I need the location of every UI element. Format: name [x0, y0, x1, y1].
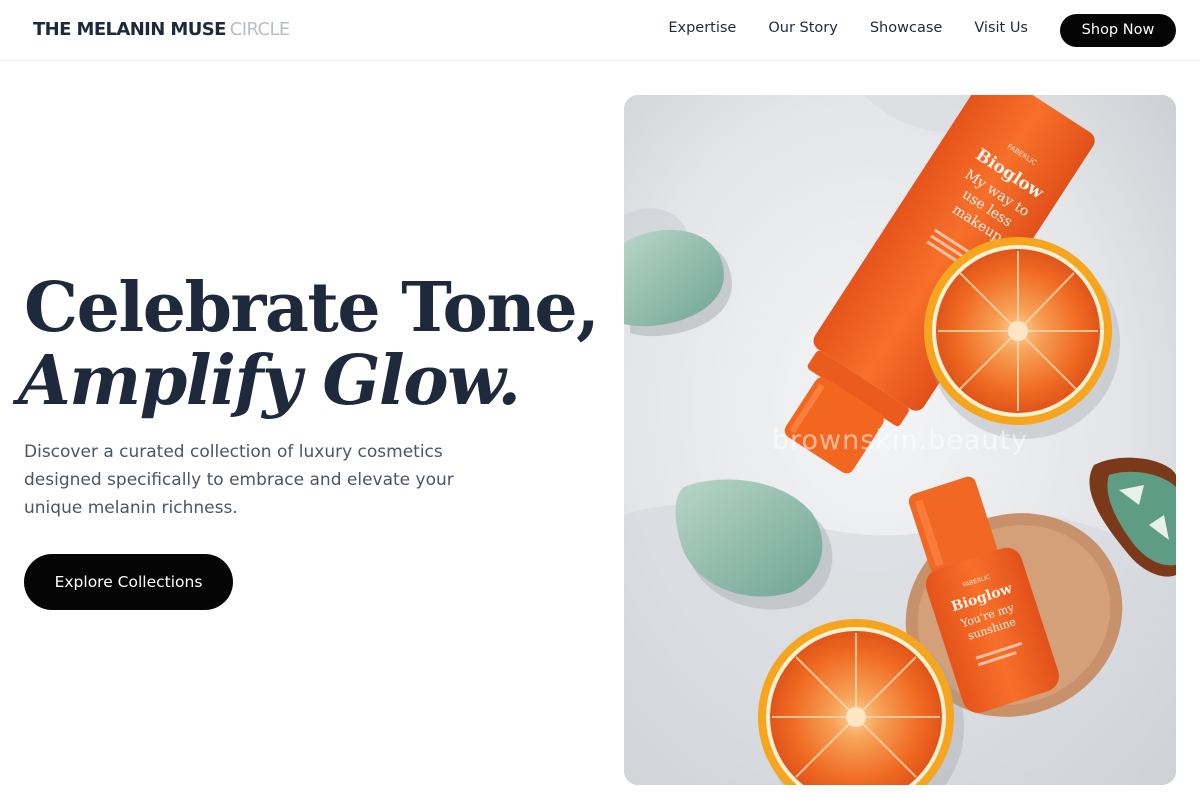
hero-product-image: FABERLIC Bioglow My way to use less make… [624, 95, 1176, 785]
nav-link-expertise[interactable]: Expertise [668, 20, 736, 36]
nav-link-showcase[interactable]: Showcase [870, 20, 942, 36]
nav-links: Expertise Our Story Showcase Visit Us [668, 20, 1028, 36]
landing-page: THE MELANIN MUSE CIRCLE Expertise Our Sto… [0, 0, 1200, 800]
hero-subtext: Discover a curated collection of luxury … [24, 442, 454, 518]
nav-link-visit-us[interactable]: Visit Us [974, 20, 1028, 36]
shop-now-button[interactable]: Shop Now [1060, 14, 1176, 47]
brand-name: THE MELANIN MUSE [33, 19, 226, 40]
brand-logo[interactable]: THE MELANIN MUSE CIRCLE [33, 19, 290, 40]
brand-suffix: CIRCLE [229, 19, 290, 40]
hero-heading: Celebrate Tone, Amplify Glow. [18, 268, 600, 421]
explore-collections-button[interactable]: Explore Collections [24, 554, 233, 610]
product-photo: FABERLIC Bioglow My way to use less make… [624, 95, 1176, 785]
headline-line-1: Celebrate Tone, [24, 268, 600, 348]
top-navbar: THE MELANIN MUSE CIRCLE Expertise Our Sto… [0, 0, 1200, 61]
headline-line-2: Amplify Glow. [18, 341, 521, 421]
nav-link-our-story[interactable]: Our Story [768, 20, 837, 36]
